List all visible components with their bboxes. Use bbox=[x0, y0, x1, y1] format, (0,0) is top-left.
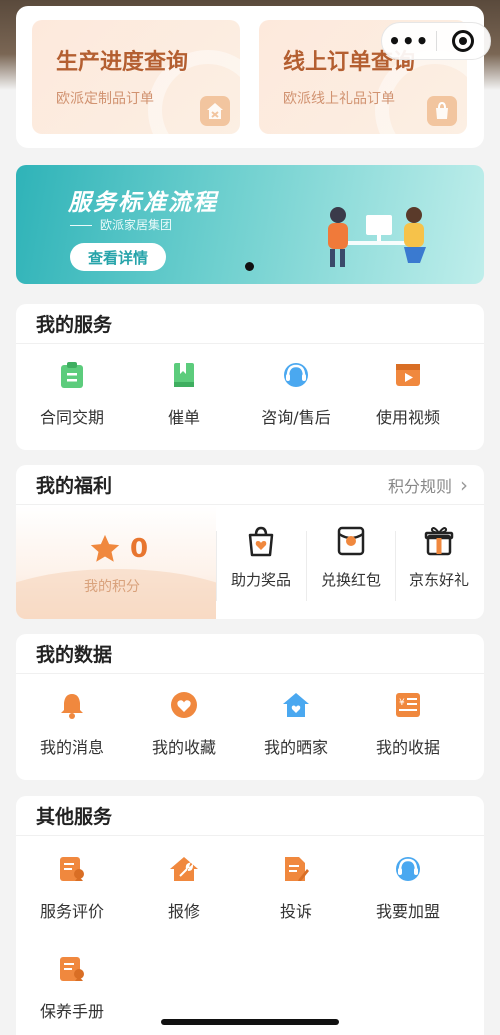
my-data-title: 我的数据 bbox=[16, 634, 484, 674]
points-label: 我的积分 bbox=[84, 579, 140, 595]
my-services-grid: 合同交期 催单 咨询/售后 使用视频 bbox=[16, 344, 484, 448]
svg-text:¥: ¥ bbox=[399, 698, 405, 708]
service-item-label: 咨询/售后 bbox=[261, 408, 331, 427]
points-rules-label: 积分规则 bbox=[387, 477, 452, 496]
consultation-illustration bbox=[328, 207, 426, 267]
star-icon bbox=[90, 534, 120, 562]
red-envelope-icon bbox=[337, 526, 365, 556]
other-item-maintenance-manual[interactable]: 保养手册 bbox=[16, 954, 128, 1035]
other-services-title: 其他服务 bbox=[16, 796, 484, 836]
headset-join-icon bbox=[393, 854, 423, 884]
miniprogram-capsule: ••• bbox=[381, 22, 491, 60]
target-icon bbox=[452, 30, 475, 52]
more-menu-icon[interactable]: ••• bbox=[382, 31, 436, 51]
production-progress-query-card[interactable]: 生产进度查询 欧派定制品订单 bbox=[32, 20, 240, 134]
production-progress-title: 生产进度查询 bbox=[56, 50, 189, 75]
other-item-label: 投诉 bbox=[279, 902, 312, 921]
online-order-subtitle: 欧派线上礼品订单 bbox=[283, 91, 395, 107]
points-value: 0 bbox=[130, 534, 149, 564]
service-item-label: 催单 bbox=[167, 408, 200, 427]
repair-wrench-house-icon bbox=[169, 854, 199, 884]
other-item-repair[interactable]: 报修 bbox=[128, 854, 240, 954]
chevron-right-icon: › bbox=[460, 473, 468, 497]
video-play-icon bbox=[393, 360, 423, 390]
service-item-consult[interactable]: 咨询/售后 bbox=[240, 360, 352, 448]
data-item-receipts[interactable]: ¥ 我的收据 bbox=[352, 690, 464, 778]
data-item-label: 我的收藏 bbox=[151, 738, 216, 757]
complaint-document-icon bbox=[281, 854, 311, 884]
carousel-indicator[interactable] bbox=[245, 262, 254, 271]
data-item-label: 我的收据 bbox=[375, 738, 440, 757]
gift-box-icon bbox=[424, 527, 454, 556]
my-data-section: 我的数据 我的消息 我的收藏 我的晒家 ¥ 我的收据 bbox=[16, 634, 484, 780]
other-item-service-review[interactable]: 服务评价 bbox=[16, 854, 128, 954]
other-item-label: 服务评价 bbox=[39, 902, 104, 921]
review-document-icon bbox=[57, 854, 87, 884]
service-item-label: 使用视频 bbox=[375, 408, 440, 427]
bell-icon bbox=[57, 690, 87, 720]
welfare-item-red-envelope[interactable]: 兑换红包 bbox=[306, 525, 396, 605]
welfare-item-label: 兑换红包 bbox=[320, 571, 381, 589]
banner-title: 服务标准流程 bbox=[68, 190, 218, 216]
welfare-item-assist-prize[interactable]: 助力奖品 bbox=[216, 525, 306, 605]
other-services-section: 其他服务 服务评价 报修 投诉 我要加盟 保养手册 bbox=[16, 796, 484, 1035]
house-heart-icon bbox=[281, 690, 311, 720]
heart-favorite-icon bbox=[169, 690, 199, 720]
my-points-panel[interactable]: 0 我的积分 bbox=[16, 506, 216, 619]
production-progress-subtitle: 欧派定制品订单 bbox=[56, 91, 154, 107]
data-item-favorites[interactable]: 我的收藏 bbox=[128, 690, 240, 778]
maintenance-manual-icon bbox=[57, 954, 87, 984]
headset-support-icon bbox=[281, 360, 311, 390]
data-item-messages[interactable]: 我的消息 bbox=[16, 690, 128, 778]
other-item-complaint[interactable]: 投诉 bbox=[240, 854, 352, 954]
service-item-urge-order[interactable]: 催单 bbox=[128, 360, 240, 448]
shopping-bag-icon bbox=[427, 96, 457, 126]
shopping-bag-heart-icon bbox=[248, 526, 274, 557]
bookmark-book-icon bbox=[169, 360, 199, 390]
receipt-icon: ¥ bbox=[393, 690, 423, 720]
welfare-item-label: 京东好礼 bbox=[408, 571, 469, 589]
my-welfare-header: 我的福利 积分规则 › bbox=[16, 465, 484, 505]
other-item-label: 我要加盟 bbox=[375, 902, 440, 921]
data-item-label: 我的晒家 bbox=[263, 738, 328, 757]
my-data-grid: 我的消息 我的收藏 我的晒家 ¥ 我的收据 bbox=[16, 674, 484, 778]
my-welfare-title: 我的福利 bbox=[36, 475, 113, 497]
service-process-banner[interactable]: 服务标准流程 欧派家居集团 查看详情 bbox=[16, 165, 484, 284]
my-services-section: 我的服务 合同交期 催单 咨询/售后 使用视频 bbox=[16, 304, 484, 450]
other-item-label: 报修 bbox=[167, 902, 200, 921]
my-welfare-section: 我的福利 积分规则 › 0 我的积分 助力奖品 兑换红包 京东好礼 bbox=[16, 465, 484, 619]
service-item-label: 合同交期 bbox=[39, 408, 104, 427]
home-indicator bbox=[161, 1019, 339, 1025]
data-item-label: 我的消息 bbox=[39, 738, 104, 757]
other-item-join[interactable]: 我要加盟 bbox=[352, 854, 464, 954]
welfare-item-label: 助力奖品 bbox=[230, 571, 291, 589]
tools-house-icon bbox=[200, 96, 230, 126]
view-details-button[interactable]: 查看详情 bbox=[70, 243, 166, 271]
data-item-home-showcase[interactable]: 我的晒家 bbox=[240, 690, 352, 778]
contract-clipboard-icon bbox=[57, 360, 87, 390]
other-services-grid: 服务评价 报修 投诉 我要加盟 保养手册 bbox=[16, 836, 484, 1035]
my-services-title: 我的服务 bbox=[16, 304, 484, 344]
other-item-label: 保养手册 bbox=[39, 1002, 104, 1021]
points-rules-link[interactable]: 积分规则 › bbox=[388, 465, 468, 505]
close-miniprogram-button[interactable] bbox=[436, 30, 490, 52]
service-item-contract[interactable]: 合同交期 bbox=[16, 360, 128, 448]
banner-subtitle: 欧派家居集团 bbox=[70, 216, 172, 233]
welfare-item-jd-gift[interactable]: 京东好礼 bbox=[394, 525, 484, 605]
service-item-video[interactable]: 使用视频 bbox=[352, 360, 464, 448]
